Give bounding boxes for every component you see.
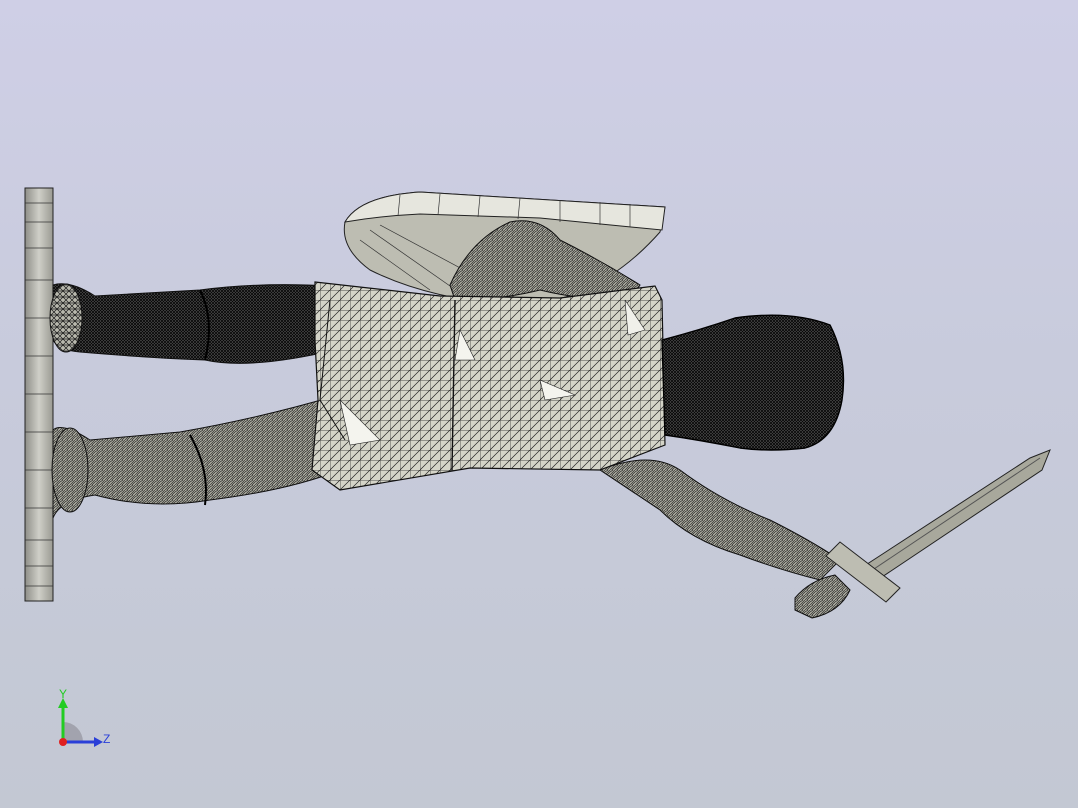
graphics-viewport[interactable]: Y Z — [0, 0, 1078, 808]
torso — [311, 281, 666, 491]
y-axis-label: Y — [59, 687, 68, 701]
axis-triad-icon — [58, 698, 103, 747]
head — [661, 314, 845, 451]
lower-leg — [51, 395, 341, 519]
sword-arm — [598, 459, 841, 581]
upper-foot — [49, 283, 83, 353]
z-axis-label: Z — [103, 732, 111, 746]
sword — [794, 449, 1051, 619]
upper-leg — [52, 283, 336, 364]
axis-triad: Y Z — [44, 684, 124, 754]
base-plate — [24, 187, 54, 602]
knight-mesh-model[interactable] — [0, 0, 1078, 808]
